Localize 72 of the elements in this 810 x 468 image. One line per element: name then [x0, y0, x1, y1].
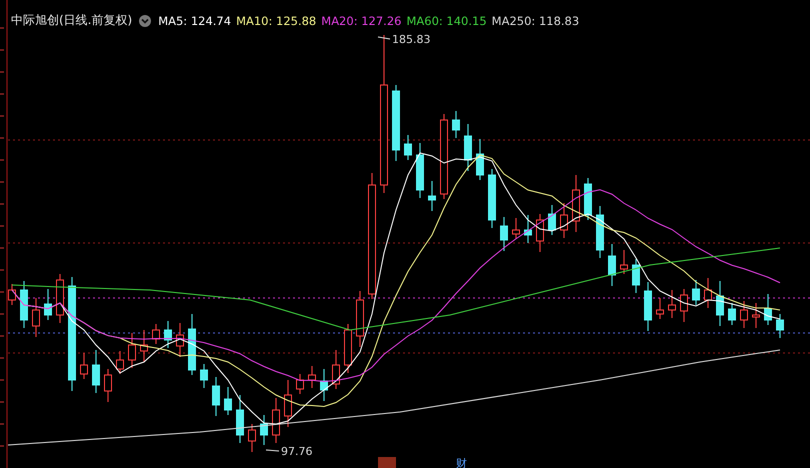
candlestick [32, 298, 40, 338]
candlestick [332, 350, 340, 390]
candlestick [212, 376, 220, 416]
candlestick [728, 302, 736, 326]
candlestick [668, 290, 676, 318]
candlestick [764, 294, 772, 326]
candlestick [356, 290, 364, 348]
candlestick [464, 124, 472, 172]
event-marker-icon[interactable] [378, 457, 396, 468]
candlestick [428, 180, 436, 212]
candlestick [404, 134, 412, 160]
high-price-label: 185.83 [392, 33, 430, 46]
candlestick [140, 330, 148, 362]
candlestick [308, 366, 316, 388]
candlestick [548, 204, 556, 236]
candlestick [224, 386, 232, 416]
candlestick [560, 202, 568, 238]
candlestick [200, 364, 208, 388]
low-price-label: 97.76 [281, 445, 312, 458]
candlestick [452, 110, 460, 138]
candlestick [596, 206, 604, 258]
candlestick [272, 398, 280, 444]
candlestick [236, 394, 244, 444]
dropdown-icon[interactable] [139, 14, 152, 26]
candlestick [92, 350, 100, 394]
candlestick [56, 274, 64, 324]
candlestick [656, 298, 664, 320]
candlestick [740, 300, 748, 328]
candlestick [188, 314, 196, 376]
moving-average-value: MA20: 127.26 [321, 14, 402, 28]
moving-average-value: MA10: 125.88 [236, 14, 316, 28]
candlestick [344, 324, 352, 374]
candlestick [776, 314, 784, 338]
candlestick [680, 288, 688, 322]
candlestick [416, 142, 424, 198]
candlestick [536, 214, 544, 252]
candlestick [260, 414, 268, 446]
moving-average-value: MA5: 124.74 [158, 14, 232, 28]
candlestick [284, 380, 292, 428]
candlestick [572, 174, 580, 232]
candlestick [752, 302, 760, 328]
candlestick [176, 322, 184, 358]
leader-line [266, 450, 280, 452]
stock-title: 中际旭创(日线.前复权) [11, 12, 132, 29]
candlestick [248, 424, 256, 452]
moving-average-value: MA250: 118.83 [492, 14, 580, 28]
candlestick [488, 168, 496, 228]
candlestick [128, 332, 136, 368]
leader-line [378, 36, 390, 40]
candlestick [632, 258, 640, 294]
candlestick [44, 288, 52, 320]
candlestick [8, 284, 16, 306]
candlestick [704, 278, 712, 308]
candlestick [476, 138, 484, 180]
candlestick [524, 214, 532, 244]
candlestick [296, 374, 304, 394]
candlestick [620, 250, 628, 274]
candlestick [692, 280, 700, 306]
candlestick [608, 244, 616, 286]
candlestick [644, 282, 652, 332]
candlestick [500, 216, 508, 252]
candlestick [152, 324, 160, 344]
candlestick [164, 320, 172, 348]
candlestick [512, 218, 520, 240]
candlestick [80, 352, 88, 380]
candlestick [116, 350, 124, 374]
moving-average-value: MA60: 140.15 [406, 14, 487, 28]
candlestick [320, 368, 328, 402]
candlestick [716, 280, 724, 326]
candlestick [104, 368, 112, 402]
candlestick [584, 178, 592, 220]
candlestick [20, 280, 28, 328]
